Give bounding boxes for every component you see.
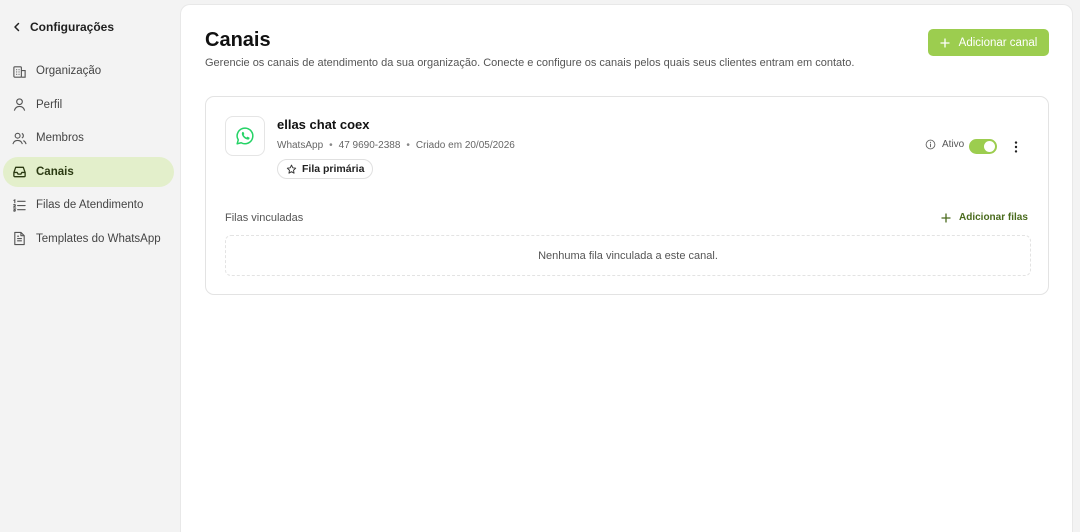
sidebar-item-organizacao[interactable]: Organização bbox=[3, 56, 174, 86]
back-to-settings[interactable]: Configurações bbox=[12, 20, 114, 34]
add-queues-label: Adicionar filas bbox=[959, 212, 1028, 223]
add-channel-label: Adicionar canal bbox=[958, 36, 1038, 49]
page-subtitle: Gerencie os canais de atendimento da sua… bbox=[205, 57, 855, 69]
sidebar-item-perfil[interactable]: Perfil bbox=[3, 90, 174, 120]
sidebar-item-label: Membros bbox=[36, 132, 84, 145]
sidebar-item-templates-do-whatsapp[interactable]: Templates do WhatsApp bbox=[3, 224, 174, 254]
active-toggle[interactable] bbox=[969, 139, 997, 154]
more-options-button[interactable] bbox=[1009, 139, 1023, 155]
channel-status: Ativo bbox=[925, 139, 964, 150]
users-icon bbox=[12, 132, 27, 144]
building-icon bbox=[13, 65, 26, 78]
file-text-icon bbox=[14, 232, 25, 246]
sidebar-item-label: Canais bbox=[36, 165, 74, 178]
settings-nav: Organização Perfil Membros Canais Filas … bbox=[3, 56, 174, 258]
sidebar-item-label: Organização bbox=[36, 65, 102, 77]
channel-created: Criado em 20/05/2026 bbox=[415, 140, 515, 151]
empty-queues-box: Nenhuma fila vinculada a este canal. bbox=[225, 235, 1031, 276]
separator-dot: • bbox=[329, 140, 333, 151]
channel-name: ellas chat coex bbox=[277, 117, 370, 132]
channel-type: WhatsApp bbox=[277, 140, 324, 151]
list-ordered-icon bbox=[13, 198, 26, 212]
user-icon bbox=[13, 98, 26, 111]
sidebar: Configurações Organização Perfil Membros… bbox=[0, 0, 180, 532]
sidebar-item-label: Filas de Atendimento bbox=[36, 199, 144, 212]
add-channel-button[interactable]: Adicionar canal bbox=[928, 29, 1049, 56]
info-icon bbox=[925, 139, 936, 150]
channel-icon-box bbox=[225, 116, 265, 156]
channel-phone: 47 9690-2388 bbox=[338, 140, 401, 151]
page-title: Canais bbox=[205, 29, 271, 51]
linked-queues-title: Filas vinculadas bbox=[225, 212, 304, 224]
more-vertical-icon bbox=[1014, 141, 1018, 153]
sidebar-item-label: Templates do WhatsApp bbox=[36, 232, 161, 245]
primary-queue-badge[interactable]: Fila primária bbox=[277, 159, 374, 179]
star-icon bbox=[286, 164, 297, 174]
plus-icon bbox=[941, 212, 951, 223]
back-label: Configurações bbox=[30, 20, 115, 34]
whatsapp-icon bbox=[236, 127, 254, 145]
toggle-knob bbox=[984, 141, 995, 152]
main-panel: Canais Gerencie os canais de atendimento… bbox=[180, 4, 1073, 532]
add-queues-button[interactable]: Adicionar filas bbox=[941, 212, 1028, 223]
sidebar-item-canais[interactable]: Canais bbox=[3, 156, 174, 187]
separator-dot: • bbox=[406, 140, 410, 151]
chevron-left-icon bbox=[14, 22, 20, 32]
inbox-icon bbox=[13, 166, 26, 178]
primary-queue-label: Fila primária bbox=[302, 163, 365, 175]
sidebar-item-membros[interactable]: Membros bbox=[3, 123, 174, 153]
channel-meta: WhatsApp • 47 9690-2388 • Criado em 20/0… bbox=[277, 140, 515, 151]
sidebar-item-filas-de-atendimento[interactable]: Filas de Atendimento bbox=[3, 190, 174, 220]
channel-card: ellas chat coex WhatsApp • 47 9690-2388 … bbox=[205, 96, 1049, 295]
sidebar-item-label: Perfil bbox=[36, 98, 63, 111]
status-label: Ativo bbox=[942, 139, 965, 150]
empty-queues-message: Nenhuma fila vinculada a este canal. bbox=[538, 249, 718, 262]
plus-icon bbox=[940, 37, 950, 48]
